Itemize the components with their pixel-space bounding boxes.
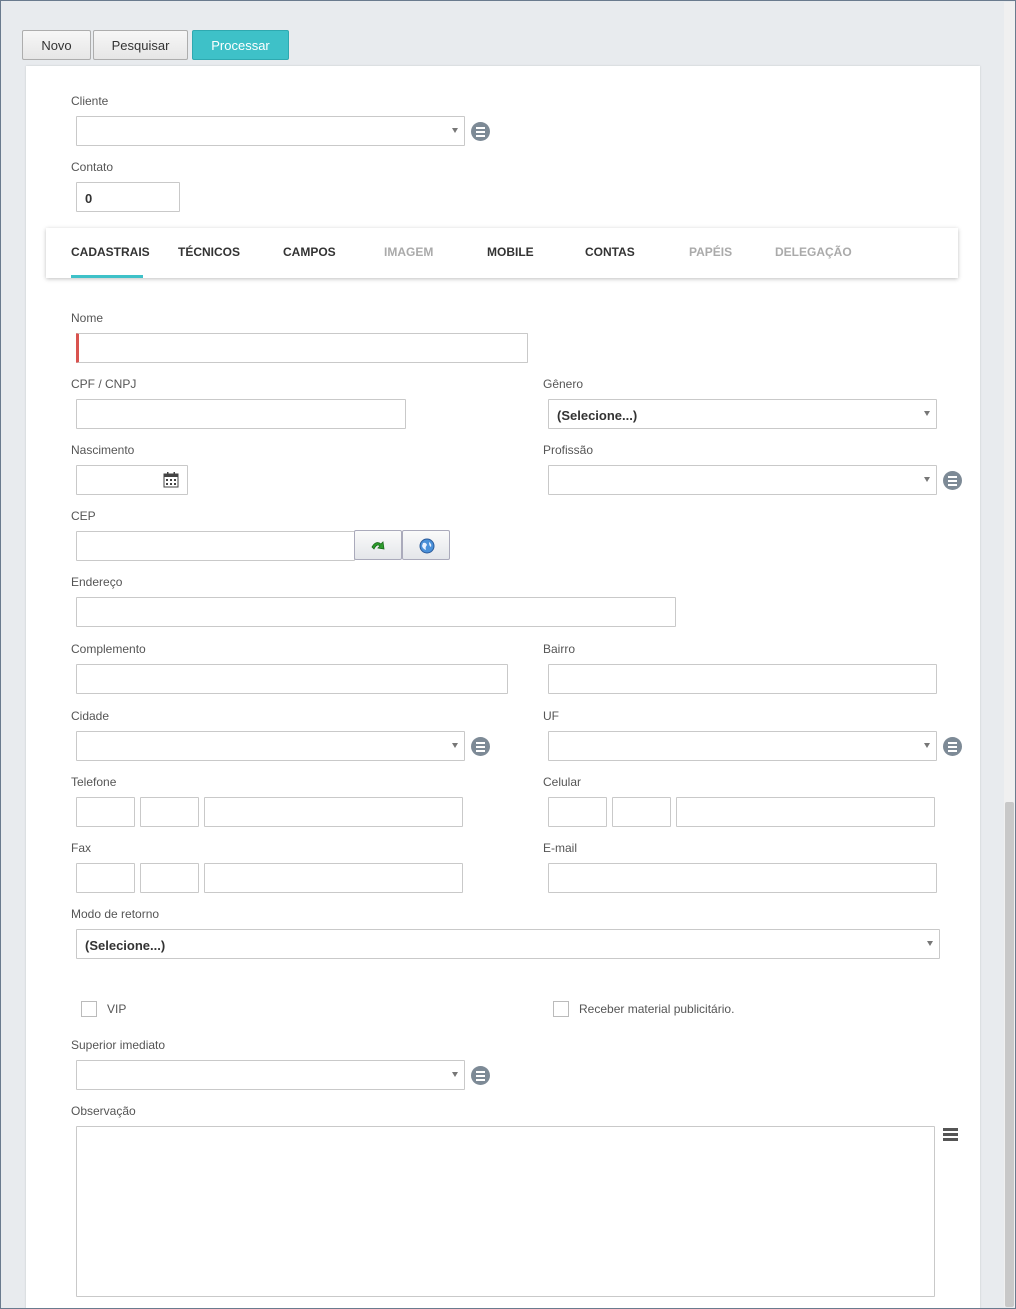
genero-select[interactable]: (Selecione...) [548, 399, 937, 429]
superior-select[interactable] [76, 1060, 465, 1090]
email-label: E-mail [543, 841, 578, 855]
celular-ddd-input[interactable] [612, 797, 671, 827]
celular-label: Celular [543, 775, 582, 789]
cep-input[interactable] [76, 531, 355, 561]
contato-input[interactable]: 0 [76, 182, 180, 212]
email-input[interactable] [548, 863, 937, 893]
modo-retorno-value: (Selecione...) [85, 938, 166, 953]
globe-icon [419, 538, 435, 554]
chevron-down-icon [924, 411, 930, 416]
telefone-ddi-input[interactable] [76, 797, 135, 827]
genero-value: (Selecione...) [557, 408, 638, 423]
tab-contas[interactable]: CONTAS [585, 245, 635, 259]
list-icon[interactable] [943, 471, 962, 490]
celular-numero-input[interactable] [676, 797, 935, 827]
tab-campos[interactable]: CAMPOS [283, 245, 336, 259]
observacao-label: Observação [71, 1104, 136, 1118]
uf-select[interactable] [548, 731, 937, 761]
bairro-label: Bairro [543, 642, 576, 656]
cep-lookup-button[interactable] [354, 530, 402, 560]
list-icon[interactable] [471, 122, 490, 141]
contato-label: Contato [71, 160, 114, 174]
endereco-label: Endereço [71, 575, 123, 589]
profissao-label: Profissão [543, 443, 594, 457]
fax-ddd-input[interactable] [140, 863, 199, 893]
profissao-select[interactable] [548, 465, 937, 495]
tab-delegacao[interactable]: DELEGAÇÃO [775, 245, 852, 259]
chevron-down-icon [924, 477, 930, 482]
pesquisar-button[interactable]: Pesquisar [93, 30, 188, 60]
chevron-down-icon [452, 128, 458, 133]
receber-material-label: Receber material publicitário. [579, 1002, 735, 1016]
list-icon[interactable] [943, 737, 962, 756]
modo-retorno-label: Modo de retorno [71, 907, 160, 921]
tab-tecnicos[interactable]: TÉCNICOS [178, 245, 240, 259]
green-arrow-icon [371, 541, 385, 550]
nome-input[interactable] [76, 333, 528, 363]
cpf-label: CPF / CNPJ [71, 377, 137, 391]
chevron-down-icon [452, 1072, 458, 1077]
cidade-label: Cidade [71, 709, 110, 723]
chevron-down-icon [452, 743, 458, 748]
chevron-down-icon [927, 941, 933, 946]
cliente-select[interactable] [76, 116, 465, 146]
active-tab-indicator [71, 275, 143, 278]
complemento-input[interactable] [76, 664, 508, 694]
list-icon[interactable] [471, 737, 490, 756]
tab-imagem[interactable]: IMAGEM [384, 245, 433, 259]
tab-papeis[interactable]: PAPÉIS [689, 245, 732, 259]
list-icon[interactable] [471, 1066, 490, 1085]
complemento-label: Complemento [71, 642, 146, 656]
contato-value: 0 [85, 191, 93, 206]
superior-label: Superior imediato [71, 1038, 166, 1052]
telefone-ddd-input[interactable] [140, 797, 199, 827]
processar-button[interactable]: Processar [192, 30, 289, 60]
fax-ddi-input[interactable] [76, 863, 135, 893]
receber-material-checkbox[interactable] [553, 1001, 569, 1017]
telefone-label: Telefone [71, 775, 117, 789]
uf-label: UF [543, 709, 559, 723]
hamburger-icon[interactable] [943, 1127, 958, 1141]
cliente-label: Cliente [71, 94, 109, 108]
nome-label: Nome [71, 311, 104, 325]
cep-web-button[interactable] [402, 530, 450, 560]
calendar-icon[interactable] [163, 472, 179, 488]
tab-mobile[interactable]: MOBILE [487, 245, 534, 259]
vip-checkbox[interactable] [81, 1001, 97, 1017]
telefone-numero-input[interactable] [204, 797, 463, 827]
cpf-input[interactable] [76, 399, 406, 429]
nascimento-label: Nascimento [71, 443, 135, 457]
observacao-textarea[interactable] [76, 1126, 935, 1297]
fax-label: Fax [71, 841, 92, 855]
chevron-down-icon [924, 743, 930, 748]
endereco-input[interactable] [76, 597, 676, 627]
nascimento-input[interactable] [76, 465, 188, 495]
fax-numero-input[interactable] [204, 863, 463, 893]
cidade-select[interactable] [76, 731, 465, 761]
vip-label: VIP [107, 1002, 127, 1016]
scrollbar-thumb[interactable] [1005, 802, 1014, 1307]
cep-label: CEP [71, 509, 96, 523]
novo-button[interactable]: Novo [22, 30, 91, 60]
tab-cadastrais[interactable]: CADASTRAIS [71, 245, 150, 259]
tab-bar: CADASTRAIS TÉCNICOS CAMPOS IMAGEM MOBILE… [46, 228, 958, 278]
bairro-input[interactable] [548, 664, 937, 694]
celular-ddi-input[interactable] [548, 797, 607, 827]
genero-label: Gênero [543, 377, 584, 391]
modo-retorno-select[interactable]: (Selecione...) [76, 929, 940, 959]
